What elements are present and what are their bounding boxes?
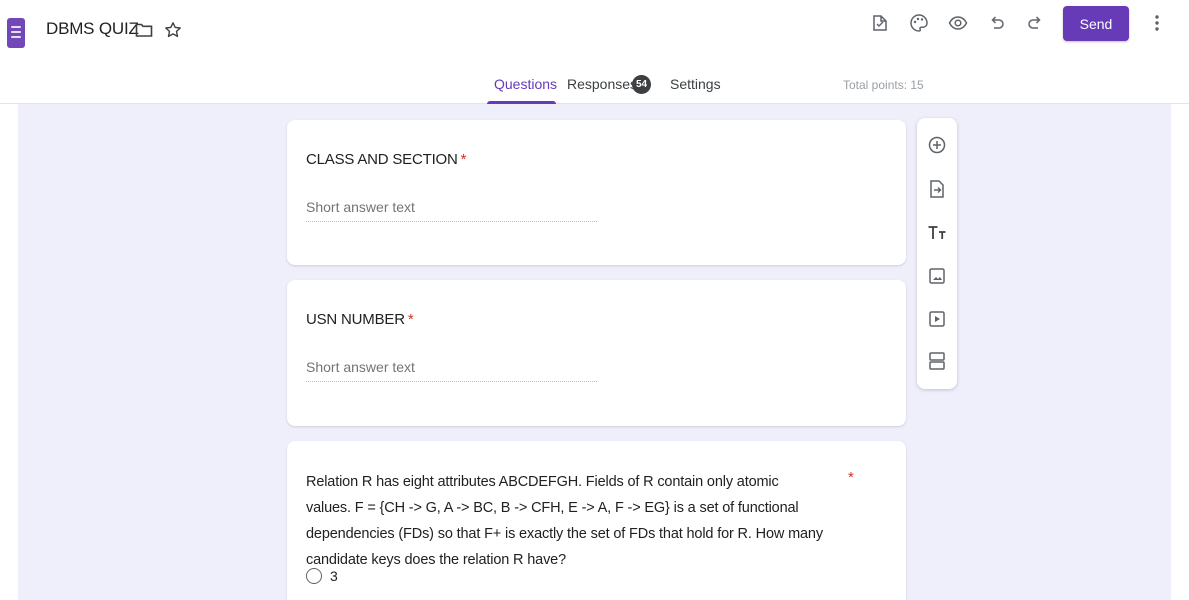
tab-questions[interactable]: Questions bbox=[494, 76, 557, 92]
tab-settings[interactable]: Settings bbox=[670, 76, 721, 92]
add-video-icon[interactable] bbox=[925, 307, 949, 331]
form-title[interactable]: DBMS QUIZ bbox=[46, 19, 139, 39]
short-answer-field[interactable]: Short answer text bbox=[306, 199, 597, 222]
import-questions-icon[interactable] bbox=[925, 177, 949, 201]
question-title: CLASS AND SECTION * bbox=[306, 151, 467, 168]
tab-responses[interactable]: Responses bbox=[567, 76, 637, 92]
question-title: USN NUMBER * bbox=[306, 311, 414, 328]
forms-logo-icon[interactable] bbox=[7, 18, 25, 48]
total-points: Total points: 15 bbox=[843, 78, 924, 92]
undo-icon[interactable] bbox=[983, 9, 1011, 37]
short-answer-field[interactable]: Short answer text bbox=[306, 359, 597, 382]
send-button[interactable]: Send bbox=[1063, 6, 1129, 41]
option-radio[interactable] bbox=[306, 568, 322, 584]
add-image-icon[interactable] bbox=[925, 264, 949, 288]
palette-icon[interactable] bbox=[905, 9, 933, 37]
required-asterisk: * bbox=[460, 151, 467, 168]
folder-icon[interactable] bbox=[130, 16, 158, 44]
star-icon[interactable] bbox=[159, 16, 187, 44]
question-title: Relation R has eight attributes ABCDEFGH… bbox=[306, 474, 823, 568]
more-icon[interactable] bbox=[1143, 9, 1171, 37]
add-section-icon[interactable] bbox=[925, 349, 949, 373]
customize-theme-icon[interactable] bbox=[866, 9, 894, 37]
add-title-icon[interactable] bbox=[925, 221, 949, 245]
option-label: 3 bbox=[330, 568, 338, 584]
question-toolbar bbox=[917, 118, 957, 389]
required-asterisk: * bbox=[848, 469, 854, 486]
responses-count-badge: 54 bbox=[632, 75, 651, 94]
question-card[interactable]: CLASS AND SECTION * Short answer text bbox=[287, 120, 906, 265]
question-card[interactable]: Relation R has eight attributes ABCDEFGH… bbox=[287, 441, 906, 600]
add-question-icon[interactable] bbox=[925, 133, 949, 157]
app-header: DBMS QUIZ Send Questions Responses 54 Se… bbox=[0, 0, 1189, 104]
redo-icon[interactable] bbox=[1021, 9, 1049, 37]
question-card[interactable]: USN NUMBER * Short answer text bbox=[287, 280, 906, 426]
required-asterisk: * bbox=[407, 311, 414, 328]
preview-icon[interactable] bbox=[944, 9, 972, 37]
